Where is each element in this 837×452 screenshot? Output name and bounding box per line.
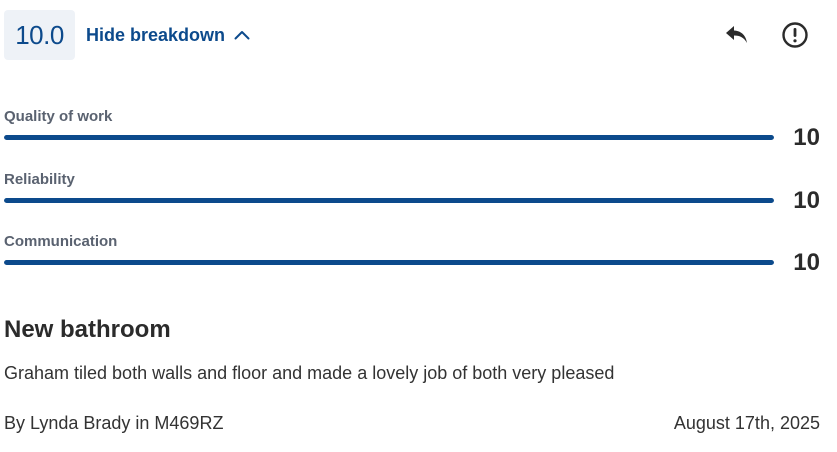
rating-bar <box>4 198 774 203</box>
rating-bar <box>4 135 774 140</box>
review-author: By Lynda Brady in M469RZ <box>4 413 224 433</box>
rating-bar-fill <box>4 198 774 203</box>
rating-value: 10 <box>793 187 820 214</box>
rating-value: 10 <box>793 124 820 151</box>
reply-icon <box>724 24 750 46</box>
report-button[interactable] <box>780 20 810 50</box>
hide-breakdown-toggle[interactable]: Hide breakdown <box>86 22 250 48</box>
rating-row-quality: Quality of work 10 <box>4 108 820 154</box>
review-date: August 17th, 2025 <box>673 413 820 433</box>
review-body: Graham tiled both walls and floor and ma… <box>4 363 615 383</box>
rating-bar-fill <box>4 135 774 140</box>
chevron-up-icon <box>234 30 250 40</box>
rating-value: 10 <box>793 249 820 276</box>
rating-row-reliability: Reliability 10 <box>4 171 820 217</box>
rating-bar-fill <box>4 260 774 265</box>
alert-circle-icon <box>781 21 809 49</box>
rating-label: Communication <box>4 233 118 250</box>
reply-button[interactable] <box>722 20 752 50</box>
rating-label: Reliability <box>4 171 75 188</box>
rating-bar <box>4 260 774 265</box>
overall-score-badge: 10.0 <box>4 10 75 60</box>
hide-breakdown-label: Hide breakdown <box>86 24 226 45</box>
rating-row-communication: Communication 10 <box>4 233 820 279</box>
rating-label: Quality of work <box>4 108 113 125</box>
review-title: New bathroom <box>4 316 171 343</box>
